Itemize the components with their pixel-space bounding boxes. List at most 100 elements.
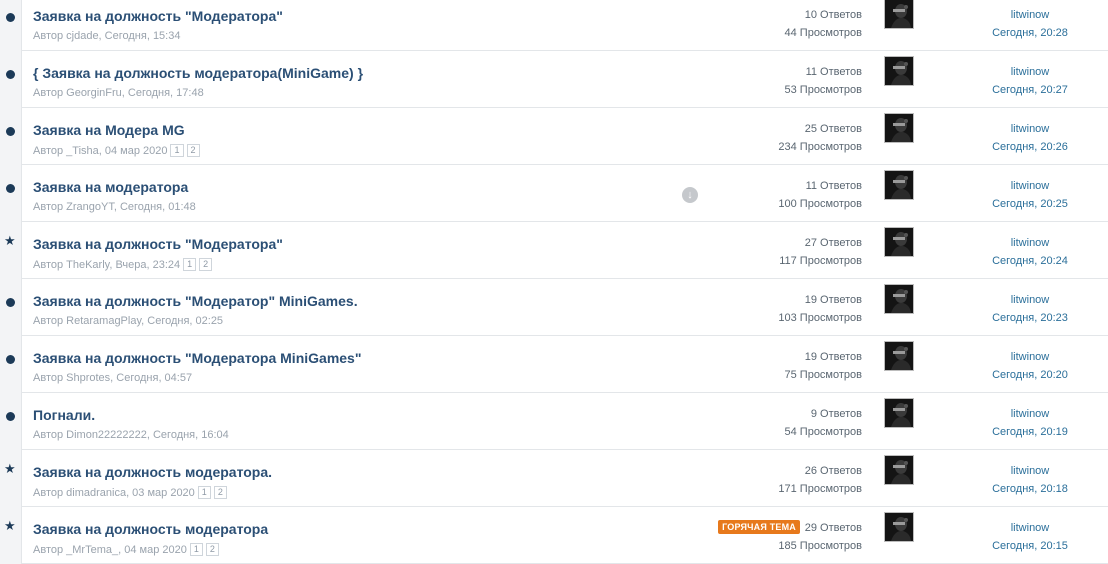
topic-title-link[interactable]: { Заявка на должность модератора(MiniGam…: [33, 65, 363, 81]
unread-dot-icon: [6, 298, 15, 307]
views-count: 185 Просмотров: [778, 540, 862, 552]
avatar[interactable]: [884, 341, 914, 371]
avatar[interactable]: [884, 170, 914, 200]
last-post-user-link[interactable]: litwinow: [970, 63, 1090, 81]
last-post-info: litwinow Сегодня, 20:28: [970, 6, 1090, 42]
avatar[interactable]: [884, 284, 914, 314]
avatar[interactable]: [884, 398, 914, 428]
last-post-info: litwinow Сегодня, 20:23: [970, 291, 1090, 327]
page-link[interactable]: 1: [170, 144, 184, 157]
last-post-time-link[interactable]: Сегодня, 20:27: [970, 81, 1090, 99]
topic-status-cell: [0, 165, 22, 222]
topic-title-link[interactable]: Заявка на должность "Модератора": [33, 236, 283, 252]
star-icon: ★: [4, 461, 16, 476]
topic-author-line: Автор ZrangoYT, Сегодня, 01:48: [33, 201, 196, 213]
last-post-time-link[interactable]: Сегодня, 20:24: [970, 252, 1090, 270]
topic-author-line: Автор dimadranica, 03 мар 2020 1 2: [33, 486, 227, 499]
last-post-user-link[interactable]: litwinow: [970, 234, 1090, 252]
avatar-image: [885, 57, 913, 85]
last-post-user-link[interactable]: litwinow: [970, 120, 1090, 138]
topic-stats: 25 Ответов 234 Просмотров: [778, 120, 862, 156]
author-text: Автор _MrTema_, 04 мар 2020: [33, 544, 187, 556]
avatar[interactable]: [884, 56, 914, 86]
avatar[interactable]: [884, 113, 914, 143]
topic-stats: 26 Ответов 171 Просмотров: [778, 462, 862, 498]
topic-title-link[interactable]: Заявка на Модера MG: [33, 122, 185, 138]
avatar[interactable]: [884, 0, 914, 29]
topic-row[interactable]: ★ Заявка на должность "Модератора" Автор T…: [0, 222, 1108, 279]
views-count: 54 Просмотров: [784, 426, 863, 438]
star-icon: ★: [4, 518, 16, 533]
topic-status-cell: ★: [0, 222, 22, 279]
last-post-user-link[interactable]: litwinow: [970, 519, 1090, 537]
last-post-info: litwinow Сегодня, 20:18: [970, 462, 1090, 498]
avatar[interactable]: [884, 455, 914, 485]
author-text: Автор Shprotes, Сегодня, 04:57: [33, 372, 193, 384]
page-link[interactable]: 2: [186, 144, 200, 157]
views-count: 44 Просмотров: [784, 27, 863, 39]
topic-row[interactable]: Заявка на Модера MG Автор _Tisha, 04 мар …: [0, 108, 1108, 165]
topic-status-cell: ★: [0, 507, 22, 564]
last-post-time-link[interactable]: Сегодня, 20:25: [970, 195, 1090, 213]
topic-stats: 11 Ответов 53 Просмотров: [785, 63, 863, 99]
views-count: 171 Просмотров: [778, 483, 862, 495]
topic-status-cell: [0, 336, 22, 393]
unread-dot-icon: [6, 184, 15, 193]
topic-row[interactable]: Заявка на должность "Модератора MiniGame…: [0, 336, 1108, 393]
topic-title-link[interactable]: Заявка на должность модератора: [33, 521, 268, 537]
topic-status-cell: [0, 108, 22, 165]
topic-row[interactable]: Заявка на модератора Автор ZrangoYT, Сего…: [0, 165, 1108, 222]
topic-title-link[interactable]: Заявка на должность модератора.: [33, 464, 272, 480]
download-icon[interactable]: ↓: [682, 187, 698, 203]
last-post-user-link[interactable]: litwinow: [970, 291, 1090, 309]
topic-status-cell: [0, 279, 22, 336]
page-link[interactable]: 2: [213, 486, 227, 499]
last-post-time-link[interactable]: Сегодня, 20:28: [970, 24, 1090, 42]
page-link[interactable]: 1: [183, 258, 197, 271]
page-link[interactable]: 2: [205, 543, 219, 556]
page-link[interactable]: 1: [197, 486, 211, 499]
last-post-info: litwinow Сегодня, 20:20: [970, 348, 1090, 384]
topic-row[interactable]: { Заявка на должность модератора(MiniGam…: [0, 51, 1108, 108]
topic-title-link[interactable]: Заявка на должность "Модератора": [33, 8, 283, 24]
page-link[interactable]: 2: [199, 258, 213, 271]
replies-count: 29 Ответов: [804, 522, 862, 534]
last-post-user-link[interactable]: litwinow: [970, 348, 1090, 366]
unread-dot-icon: [6, 412, 15, 421]
avatar-image: [885, 0, 913, 28]
last-post-time-link[interactable]: Сегодня, 20:23: [970, 309, 1090, 327]
topic-row[interactable]: Погнали. Автор Dimon22222222, Сегодня, 16…: [0, 393, 1108, 450]
last-post-user-link[interactable]: litwinow: [970, 6, 1090, 24]
topic-title-link[interactable]: Заявка на должность "Модератор" MiniGame…: [33, 293, 358, 309]
avatar[interactable]: [884, 227, 914, 257]
author-text: Автор GeorginFru, Сегодня, 17:48: [33, 87, 204, 99]
topic-stats: 19 Ответов 103 Просмотров: [778, 291, 862, 327]
avatar-image: [885, 513, 913, 541]
avatar-image: [885, 285, 913, 313]
avatar-image: [885, 171, 913, 199]
topic-row[interactable]: ★ Заявка на должность модератора. Автор di…: [0, 450, 1108, 507]
last-post-user-link[interactable]: litwinow: [970, 462, 1090, 480]
replies-count: 26 Ответов: [804, 465, 862, 477]
topic-row[interactable]: ★ Заявка на должность модератора Автор _Mr…: [0, 507, 1108, 564]
replies-count: 27 Ответов: [804, 237, 862, 249]
avatar[interactable]: [884, 512, 914, 542]
topic-row[interactable]: Заявка на должность "Модератор" MiniGame…: [0, 279, 1108, 336]
topic-author-line: Автор Dimon22222222, Сегодня, 16:04: [33, 429, 229, 441]
last-post-user-link[interactable]: litwinow: [970, 177, 1090, 195]
page-link[interactable]: 1: [189, 543, 203, 556]
last-post-time-link[interactable]: Сегодня, 20:18: [970, 480, 1090, 498]
last-post-time-link[interactable]: Сегодня, 20:20: [970, 366, 1090, 384]
avatar-image: [885, 456, 913, 484]
last-post-info: litwinow Сегодня, 20:19: [970, 405, 1090, 441]
topic-title-link[interactable]: Заявка на должность "Модератора MiniGame…: [33, 350, 361, 366]
last-post-time-link[interactable]: Сегодня, 20:15: [970, 537, 1090, 555]
topic-title-link[interactable]: Заявка на модератора: [33, 179, 188, 195]
topic-title-link[interactable]: Погнали.: [33, 407, 95, 423]
last-post-time-link[interactable]: Сегодня, 20:26: [970, 138, 1090, 156]
last-post-user-link[interactable]: litwinow: [970, 405, 1090, 423]
topic-row[interactable]: Заявка на должность "Модератора" Автор cj…: [0, 0, 1108, 51]
last-post-time-link[interactable]: Сегодня, 20:19: [970, 423, 1090, 441]
views-count: 75 Просмотров: [784, 369, 863, 381]
unread-dot-icon: [6, 127, 15, 136]
